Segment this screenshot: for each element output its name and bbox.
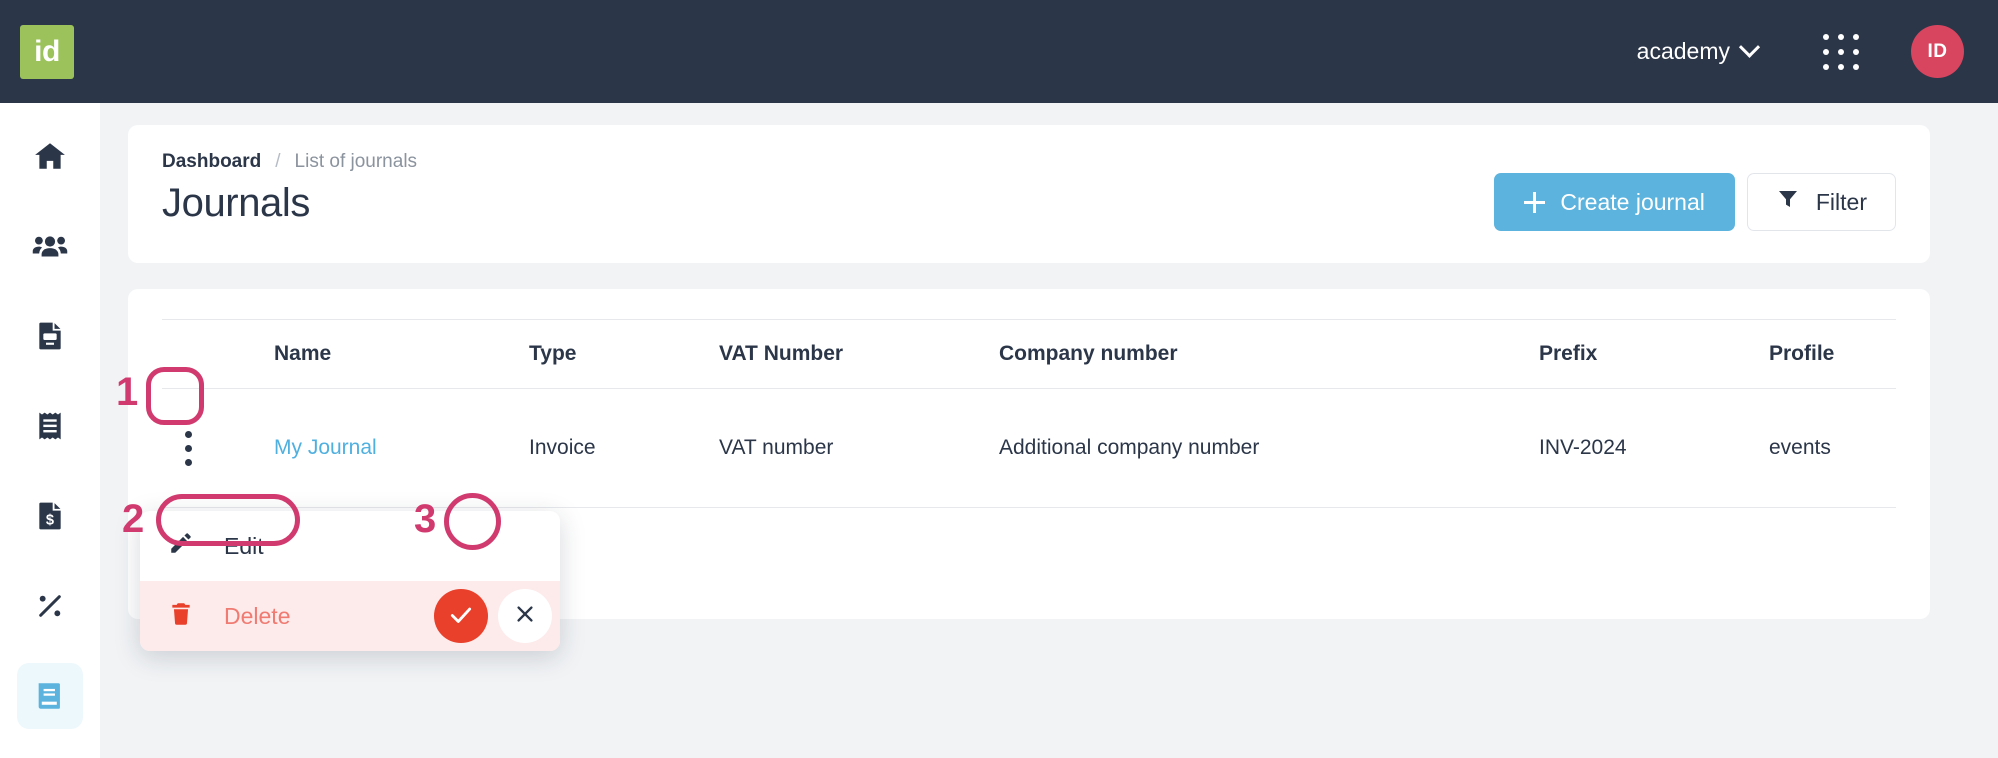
- breadcrumb-current: List of journals: [295, 151, 418, 173]
- sidebar: $: [0, 103, 100, 758]
- column-header-company-number: Company number: [999, 320, 1539, 389]
- apps-dot: [1853, 64, 1859, 70]
- filter-icon: [1776, 187, 1800, 217]
- table-header-row: Name Type VAT Number Company number Pref…: [162, 320, 1896, 389]
- filter-button[interactable]: Filter: [1747, 173, 1896, 231]
- sidebar-item-taxes[interactable]: [17, 573, 83, 639]
- book-icon: [33, 679, 67, 713]
- chevron-down-icon: [1739, 37, 1760, 58]
- journals-table: Name Type VAT Number Company number Pref…: [162, 319, 1896, 508]
- cancel-delete-button[interactable]: [498, 589, 552, 643]
- sidebar-item-invoices[interactable]: $: [17, 483, 83, 549]
- kebab-dot: [185, 459, 192, 466]
- menu-item-delete[interactable]: Delete: [140, 581, 560, 651]
- create-journal-button[interactable]: Create journal: [1494, 173, 1734, 231]
- table-body: My Journal Invoice VAT number Additional…: [162, 389, 1896, 508]
- column-header-actions: [162, 320, 274, 389]
- sidebar-item-home[interactable]: [17, 123, 83, 189]
- top-bar: id academy ID: [0, 0, 1998, 103]
- receipt-icon: [34, 410, 66, 442]
- filter-label: Filter: [1816, 189, 1867, 216]
- cell-vat-number: VAT number: [719, 389, 999, 508]
- column-header-vat-number: VAT Number: [719, 320, 999, 389]
- cell-company-number: Additional company number: [999, 389, 1539, 508]
- breadcrumb-separator: /: [275, 151, 280, 173]
- avatar[interactable]: ID: [1911, 25, 1964, 78]
- apps-dot: [1853, 34, 1859, 40]
- svg-text:$: $: [46, 513, 54, 529]
- org-switcher[interactable]: academy: [1633, 32, 1761, 71]
- confirm-delete-button[interactable]: [434, 589, 488, 643]
- menu-item-edit[interactable]: Edit: [140, 511, 560, 581]
- apps-dot: [1838, 34, 1844, 40]
- apps-dot: [1838, 64, 1844, 70]
- main-content: Dashboard / List of journals Journals Cr…: [100, 103, 1998, 758]
- check-icon: [448, 602, 474, 631]
- trash-icon: [168, 600, 194, 632]
- row-actions-cell: [162, 389, 274, 508]
- sidebar-item-journals[interactable]: [17, 663, 83, 729]
- delete-confirm-group: [434, 589, 552, 643]
- users-icon: [32, 228, 68, 264]
- home-icon: [33, 139, 67, 173]
- header-actions: Create journal Filter: [1494, 173, 1896, 231]
- app-root: id academy ID: [0, 0, 1998, 758]
- percent-icon: [34, 590, 66, 622]
- column-header-name: Name: [274, 320, 529, 389]
- breadcrumb: Dashboard / List of journals: [162, 151, 1896, 173]
- kebab-menu-icon[interactable]: [162, 417, 214, 479]
- apps-dot: [1838, 49, 1844, 55]
- apps-dot: [1823, 49, 1829, 55]
- table-head: Name Type VAT Number Company number Pref…: [162, 320, 1896, 389]
- menu-item-edit-label: Edit: [224, 533, 264, 560]
- journal-name-link[interactable]: My Journal: [274, 436, 377, 459]
- sidebar-item-receipts[interactable]: [17, 393, 83, 459]
- column-header-prefix: Prefix: [1539, 320, 1769, 389]
- table-row: My Journal Invoice VAT number Additional…: [162, 389, 1896, 508]
- cell-type: Invoice: [529, 389, 719, 508]
- apps-dot: [1823, 64, 1829, 70]
- top-bar-right: academy ID: [1633, 25, 1998, 78]
- invoice-dollar-icon: $: [34, 500, 66, 532]
- apps-dot: [1853, 49, 1859, 55]
- cell-name: My Journal: [274, 389, 529, 508]
- kebab-dot: [185, 445, 192, 452]
- apps-grid-icon[interactable]: [1823, 34, 1859, 70]
- page-header-card: Dashboard / List of journals Journals Cr…: [128, 125, 1930, 263]
- sidebar-item-users[interactable]: [17, 213, 83, 279]
- menu-item-delete-label: Delete: [224, 603, 290, 630]
- cell-profile: events: [1769, 389, 1896, 508]
- create-journal-label: Create journal: [1560, 189, 1704, 216]
- journals-table-card: Name Type VAT Number Company number Pref…: [128, 289, 1930, 619]
- plus-icon: [1524, 192, 1545, 213]
- kebab-dot: [185, 431, 192, 438]
- close-icon: [514, 603, 536, 629]
- pencil-icon: [168, 530, 194, 562]
- app-logo[interactable]: id: [20, 25, 74, 79]
- column-header-type: Type: [529, 320, 719, 389]
- column-header-profile: Profile: [1769, 320, 1896, 389]
- sidebar-item-documents[interactable]: [17, 303, 83, 369]
- document-icon: [34, 320, 66, 352]
- row-context-menu: Edit Delete: [140, 511, 560, 651]
- cell-prefix: INV-2024: [1539, 389, 1769, 508]
- apps-dot: [1823, 34, 1829, 40]
- breadcrumb-dashboard[interactable]: Dashboard: [162, 151, 261, 173]
- org-name-label: academy: [1637, 38, 1730, 65]
